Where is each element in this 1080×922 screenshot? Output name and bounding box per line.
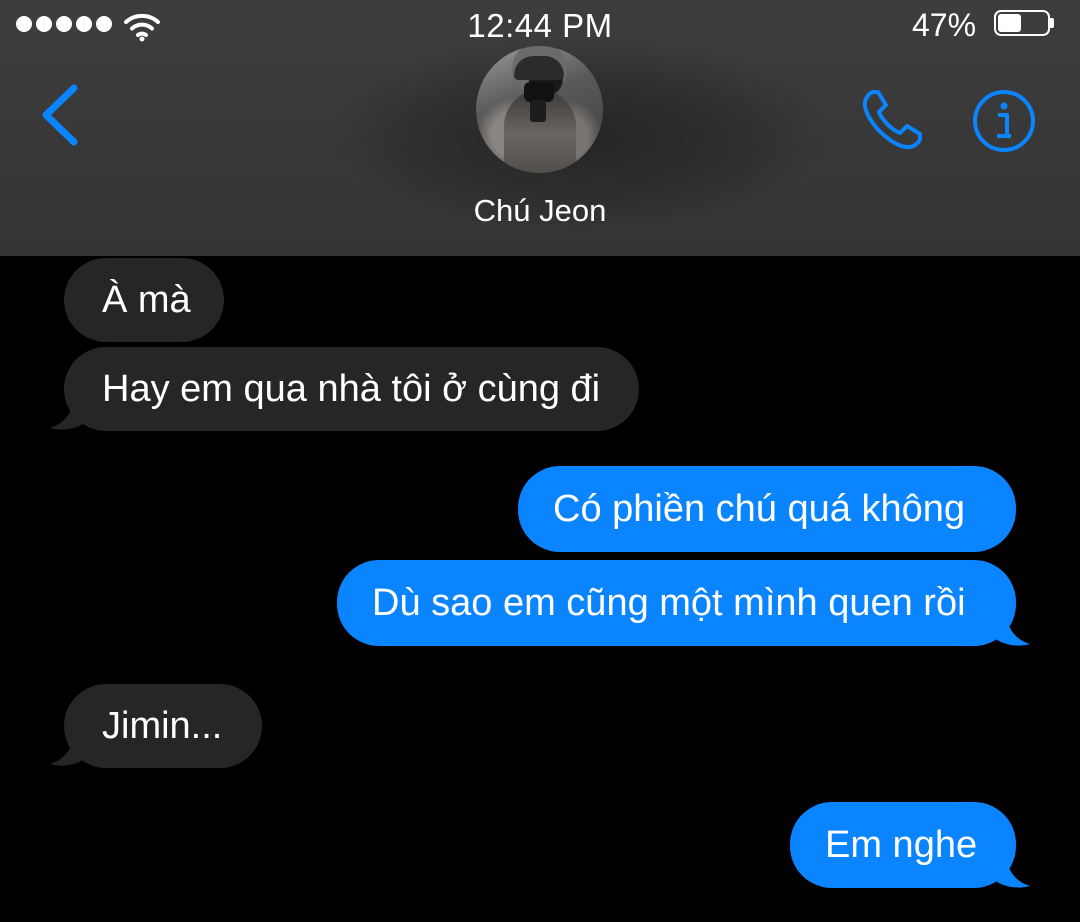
avatar-phone [530, 100, 546, 122]
call-button[interactable] [860, 88, 926, 152]
message-bubble-outgoing[interactable]: Em nghe [790, 802, 1016, 888]
signal-dot [56, 16, 72, 32]
info-button[interactable] [972, 89, 1036, 153]
message-bubble-outgoing[interactable]: Dù sao em cũng một mình quen rồi [337, 560, 1016, 646]
message-text: Em nghe [825, 824, 978, 866]
message-bubble-incoming[interactable]: À mà [64, 258, 224, 342]
battery-cap [1050, 18, 1054, 28]
battery-percentage: 47% [912, 7, 977, 43]
wifi-icon [124, 13, 160, 42]
message-text: Dù sao em cũng một mình quen rồi [372, 582, 966, 624]
signal-strength-icon [16, 16, 112, 32]
message-text: Hay em qua nhà tôi ở cùng đi [102, 368, 601, 410]
contact-avatar[interactable] [476, 46, 603, 173]
signal-dot [36, 16, 52, 32]
back-button[interactable] [36, 82, 84, 148]
battery-fill [998, 14, 1021, 32]
status-time: 12:44 PM [467, 7, 613, 44]
avatar-hat [514, 56, 564, 80]
message-text: À mà [102, 279, 191, 321]
signal-dot [16, 16, 32, 32]
message-text: Jimin... [102, 705, 223, 747]
chevron-left-icon [42, 84, 78, 146]
status-bar: 12:44 PM 47% [0, 0, 1080, 52]
signal-dot [96, 16, 112, 32]
message-bubble-incoming[interactable]: Jimin... [64, 684, 262, 768]
message-bubble-outgoing[interactable]: Có phiền chú quá không [518, 466, 1016, 552]
message-text: Có phiền chú quá không [553, 488, 965, 530]
signal-dot [76, 16, 92, 32]
battery-icon [994, 10, 1054, 40]
phone-icon [862, 90, 922, 150]
info-icon [973, 90, 1035, 152]
message-bubble-incoming[interactable]: Hay em qua nhà tôi ở cùng đi [64, 347, 639, 431]
contact-name[interactable]: Chú Jeon [390, 193, 690, 229]
avatar-mask [524, 82, 554, 102]
conversation-header: 12:44 PM 47% Chú Jeon [0, 0, 1080, 256]
